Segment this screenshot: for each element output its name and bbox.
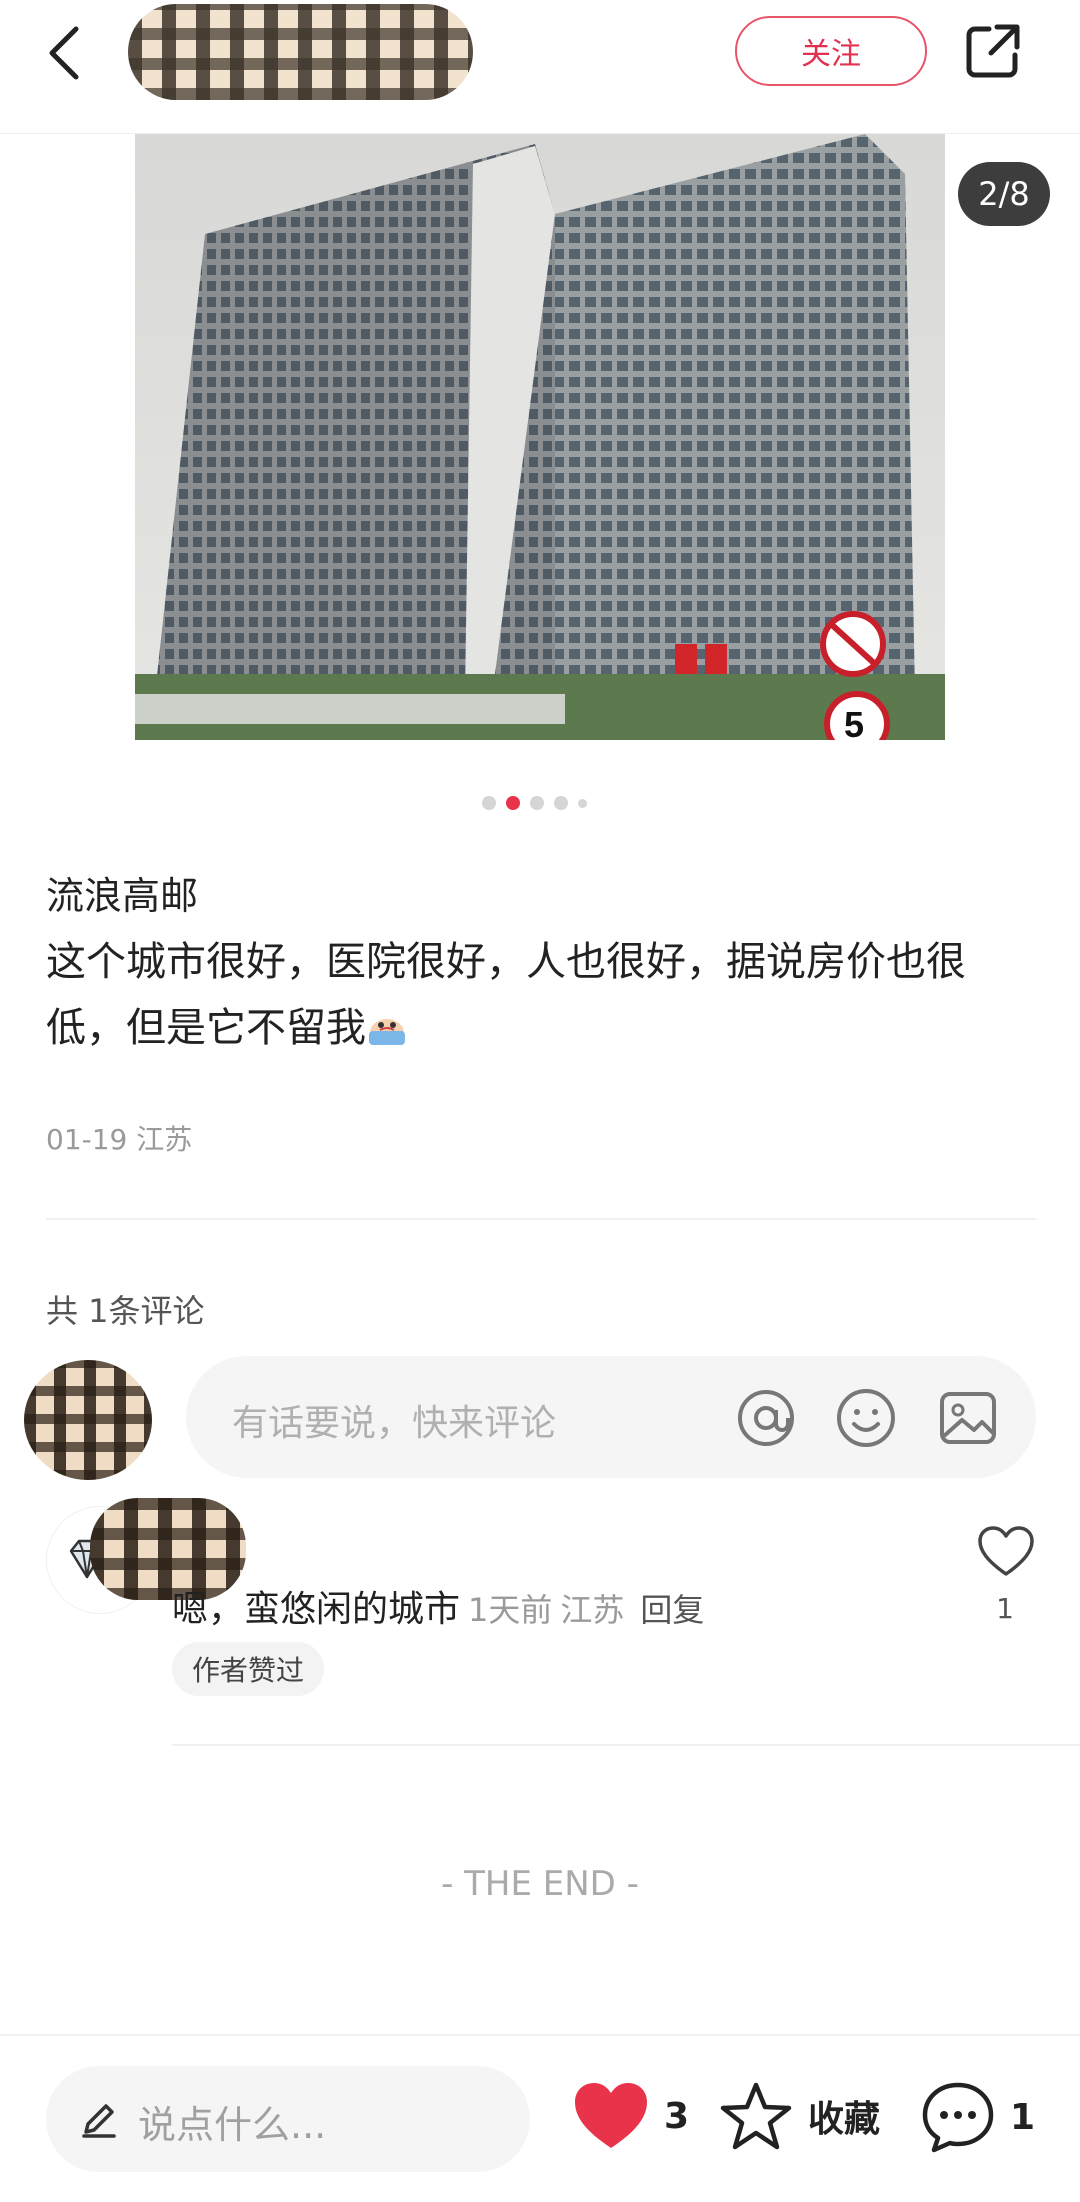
- comment-location: 江苏: [560, 1591, 625, 1629]
- photo-gallery[interactable]: 5 2/8: [0, 134, 1080, 744]
- divider: [46, 1218, 1036, 1220]
- gallery-pagination-dots: [482, 796, 587, 810]
- image-icon[interactable]: [936, 1386, 1000, 1450]
- emoji-icon[interactable]: [834, 1386, 898, 1450]
- comment-count: 1: [1010, 2096, 1036, 2138]
- page-dot: [554, 796, 568, 810]
- follow-button[interactable]: 关注: [735, 16, 927, 86]
- post-body-text: 这个城市很好，医院很好，人也很好，据说房价也很低，但是它不留我: [46, 939, 966, 1051]
- divider: [172, 1744, 1080, 1746]
- author-liked-tag: 作者赞过: [172, 1642, 325, 1696]
- post-location: 江苏: [136, 1123, 193, 1156]
- post-title: 流浪高邮: [46, 874, 199, 918]
- my-avatar-blurred[interactable]: [24, 1360, 152, 1480]
- page-dot-active: [506, 796, 520, 810]
- pen-icon: [82, 2104, 116, 2138]
- collect-button[interactable]: 收藏: [718, 2080, 880, 2152]
- comment-text: 嗯，蛮悠闲的城市: [172, 1589, 461, 1630]
- comment-time: 1天前: [468, 1591, 553, 1629]
- say-something-input[interactable]: 说点什么...: [46, 2066, 530, 2172]
- end-marker: - THE END -: [441, 1864, 639, 1904]
- comment-item[interactable]: 嗯，蛮悠闲的城市 1天前 江苏 回复: [172, 1580, 704, 1632]
- comment-button[interactable]: 1: [920, 2080, 1035, 2154]
- bottom-action-bar: 说点什么... 3 收藏 1: [0, 2034, 1080, 2202]
- comment-like-count: 1: [996, 1592, 1014, 1625]
- post-meta: 01-19 江苏: [46, 1118, 192, 1158]
- like-button[interactable]: 3: [572, 2080, 689, 2152]
- at-icon[interactable]: [734, 1386, 798, 1450]
- svg-text:5: 5: [844, 704, 864, 740]
- page-dot: [530, 796, 544, 810]
- back-button[interactable]: [34, 18, 94, 88]
- post-date: 01-19: [46, 1123, 128, 1156]
- page-dot: [578, 798, 587, 808]
- like-count: 3: [664, 2095, 690, 2137]
- hospital-building-photo: 5: [135, 134, 945, 740]
- author-avatar-name-blurred[interactable]: [128, 4, 473, 100]
- say-something-placeholder: 说点什么...: [138, 2103, 327, 2147]
- comment-count-label: 共 1条评论: [46, 1292, 205, 1330]
- share-button[interactable]: [960, 18, 1026, 84]
- image-counter-badge: 2/8: [958, 162, 1050, 226]
- top-bar: 关注: [0, 0, 1080, 134]
- comment-input-placeholder: 有话要说，快来评论: [232, 1403, 557, 1444]
- collect-label: 收藏: [808, 2099, 881, 2140]
- back-icon: [49, 26, 79, 80]
- heart-outline-icon[interactable]: [976, 1524, 1036, 1580]
- star-icon: [720, 2082, 792, 2150]
- page-dot: [482, 796, 496, 810]
- comment-input[interactable]: 有话要说，快来评论: [186, 1356, 1036, 1478]
- heart-filled-icon: [575, 2083, 647, 2148]
- share-icon: [966, 24, 1020, 78]
- post-body: 这个城市很好，医院很好，人也很好，据说房价也很低，但是它不留我: [46, 929, 1036, 1061]
- comment-bubble-icon: [922, 2082, 994, 2153]
- reply-button[interactable]: 回复: [640, 1591, 704, 1629]
- crying-emoji-icon: [369, 1019, 405, 1045]
